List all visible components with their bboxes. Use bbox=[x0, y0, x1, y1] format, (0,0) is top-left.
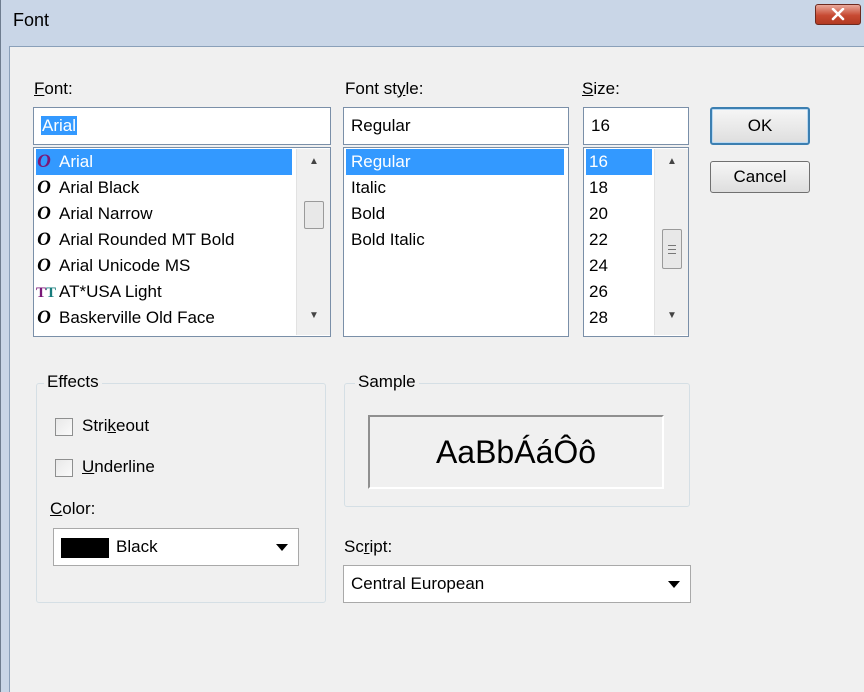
sample-preview: AaBbÁáÔô bbox=[368, 415, 664, 489]
effects-group-title: Effects bbox=[44, 372, 102, 392]
color-swatch bbox=[61, 538, 109, 558]
size-list-item[interactable]: 20 bbox=[586, 201, 652, 227]
size-list-item[interactable]: 26 bbox=[586, 279, 652, 305]
script-select-value: Central European bbox=[351, 574, 485, 593]
size-list-scroll-thumb[interactable] bbox=[662, 229, 682, 269]
font-list-scroll-thumb[interactable] bbox=[304, 201, 324, 229]
scroll-up-arrow-icon[interactable]: ▲ bbox=[655, 149, 688, 175]
opentype-icon: O bbox=[37, 177, 51, 198]
font-list[interactable]: ▲ ▼ O Arial O Arial Black O Arial Narrow O Aria… bbox=[33, 147, 331, 337]
size-input-value: 16 bbox=[591, 116, 610, 135]
title-bar[interactable]: Font bbox=[1, 0, 864, 46]
font-list-item-label: AT*USA Light bbox=[59, 282, 162, 301]
scroll-up-arrow-icon[interactable]: ▲ bbox=[297, 149, 330, 175]
opentype-icon: O bbox=[37, 307, 51, 328]
size-list-item[interactable]: 18 bbox=[586, 175, 652, 201]
dialog-client-area: Font: Arial ▲ ▼ O Arial O Arial Black O Arial… bbox=[9, 46, 864, 692]
cancel-button[interactable]: Cancel bbox=[710, 161, 810, 193]
script-select[interactable]: Central European bbox=[343, 565, 691, 603]
effects-group bbox=[36, 383, 326, 603]
font-list-item[interactable]: O Baskerville Old Face bbox=[36, 305, 292, 331]
font-list-item-label: Baskerville Old Face bbox=[59, 308, 215, 327]
font-list-item-label: Arial Black bbox=[59, 178, 140, 197]
font-list-item[interactable]: O Arial Narrow bbox=[36, 201, 292, 227]
font-dialog-window: Font Font: Arial ▲ ▼ O Arial O Arial Black O… bbox=[0, 0, 864, 692]
color-select-value: Black bbox=[116, 537, 158, 556]
font-style-list-item[interactable]: Bold bbox=[346, 201, 564, 227]
font-style-label: Font style: bbox=[345, 79, 424, 98]
font-list-item[interactable]: O Arial Black bbox=[36, 175, 292, 201]
font-label: Font: bbox=[34, 79, 73, 98]
size-list-scrollbar[interactable]: ▲ ▼ bbox=[654, 149, 688, 335]
size-list[interactable]: ▲ ▼ 16 18 20 22 24 26 28 bbox=[583, 147, 689, 337]
size-label: Size: bbox=[582, 79, 620, 98]
font-list-item-label: Arial Narrow bbox=[59, 204, 153, 223]
font-name-input-value: Arial bbox=[41, 116, 78, 135]
underline-label[interactable]: Underline bbox=[82, 457, 155, 477]
font-style-input[interactable]: Regular bbox=[343, 107, 569, 145]
size-list-item[interactable]: 24 bbox=[586, 253, 652, 279]
font-list-item-label: Arial bbox=[59, 152, 94, 171]
scroll-down-arrow-icon[interactable]: ▼ bbox=[655, 303, 688, 329]
size-list-item[interactable]: 28 bbox=[586, 305, 652, 331]
window-title: Font bbox=[13, 10, 50, 30]
script-label: Script: bbox=[344, 537, 393, 556]
font-style-list-item[interactable]: Italic bbox=[346, 175, 564, 201]
scroll-down-arrow-icon[interactable]: ▼ bbox=[297, 303, 330, 329]
font-style-list-item[interactable]: Bold Italic bbox=[346, 227, 564, 253]
font-style-input-value: Regular bbox=[351, 116, 411, 135]
font-style-list[interactable]: Regular Italic Bold Bold Italic bbox=[343, 147, 569, 337]
opentype-icon: O bbox=[37, 255, 51, 276]
opentype-icon: O bbox=[37, 229, 51, 250]
chevron-down-icon bbox=[276, 544, 288, 551]
font-list-item-label: Arial Rounded MT Bold bbox=[59, 230, 235, 249]
size-list-item[interactable]: 16 bbox=[586, 149, 652, 175]
truetype-icon: TT bbox=[36, 285, 57, 301]
strikeout-checkbox[interactable] bbox=[55, 418, 73, 436]
sample-group-title: Sample bbox=[355, 372, 419, 392]
font-list-item[interactable]: TT AT*USA Light bbox=[36, 279, 292, 305]
font-list-scrollbar[interactable]: ▲ ▼ bbox=[296, 149, 330, 335]
font-list-item[interactable]: O Arial Rounded MT Bold bbox=[36, 227, 292, 253]
opentype-icon: O bbox=[37, 151, 51, 172]
ok-button[interactable]: OK bbox=[710, 107, 810, 145]
color-select[interactable]: Black bbox=[53, 528, 299, 566]
opentype-icon: O bbox=[37, 203, 51, 224]
font-list-item[interactable]: O Arial Unicode MS bbox=[36, 253, 292, 279]
close-icon bbox=[831, 8, 845, 21]
size-input[interactable]: 16 bbox=[583, 107, 689, 145]
chevron-down-icon bbox=[668, 581, 680, 588]
font-style-list-item[interactable]: Regular bbox=[346, 149, 564, 175]
font-name-input[interactable]: Arial bbox=[33, 107, 331, 145]
underline-checkbox[interactable] bbox=[55, 459, 73, 477]
size-list-item[interactable]: 22 bbox=[586, 227, 652, 253]
font-list-item-label: Arial Unicode MS bbox=[59, 256, 191, 275]
color-label: Color: bbox=[50, 499, 96, 518]
font-list-item[interactable]: O Arial bbox=[36, 149, 292, 175]
close-button[interactable] bbox=[815, 4, 861, 25]
strikeout-label[interactable]: Strikeout bbox=[82, 416, 149, 436]
